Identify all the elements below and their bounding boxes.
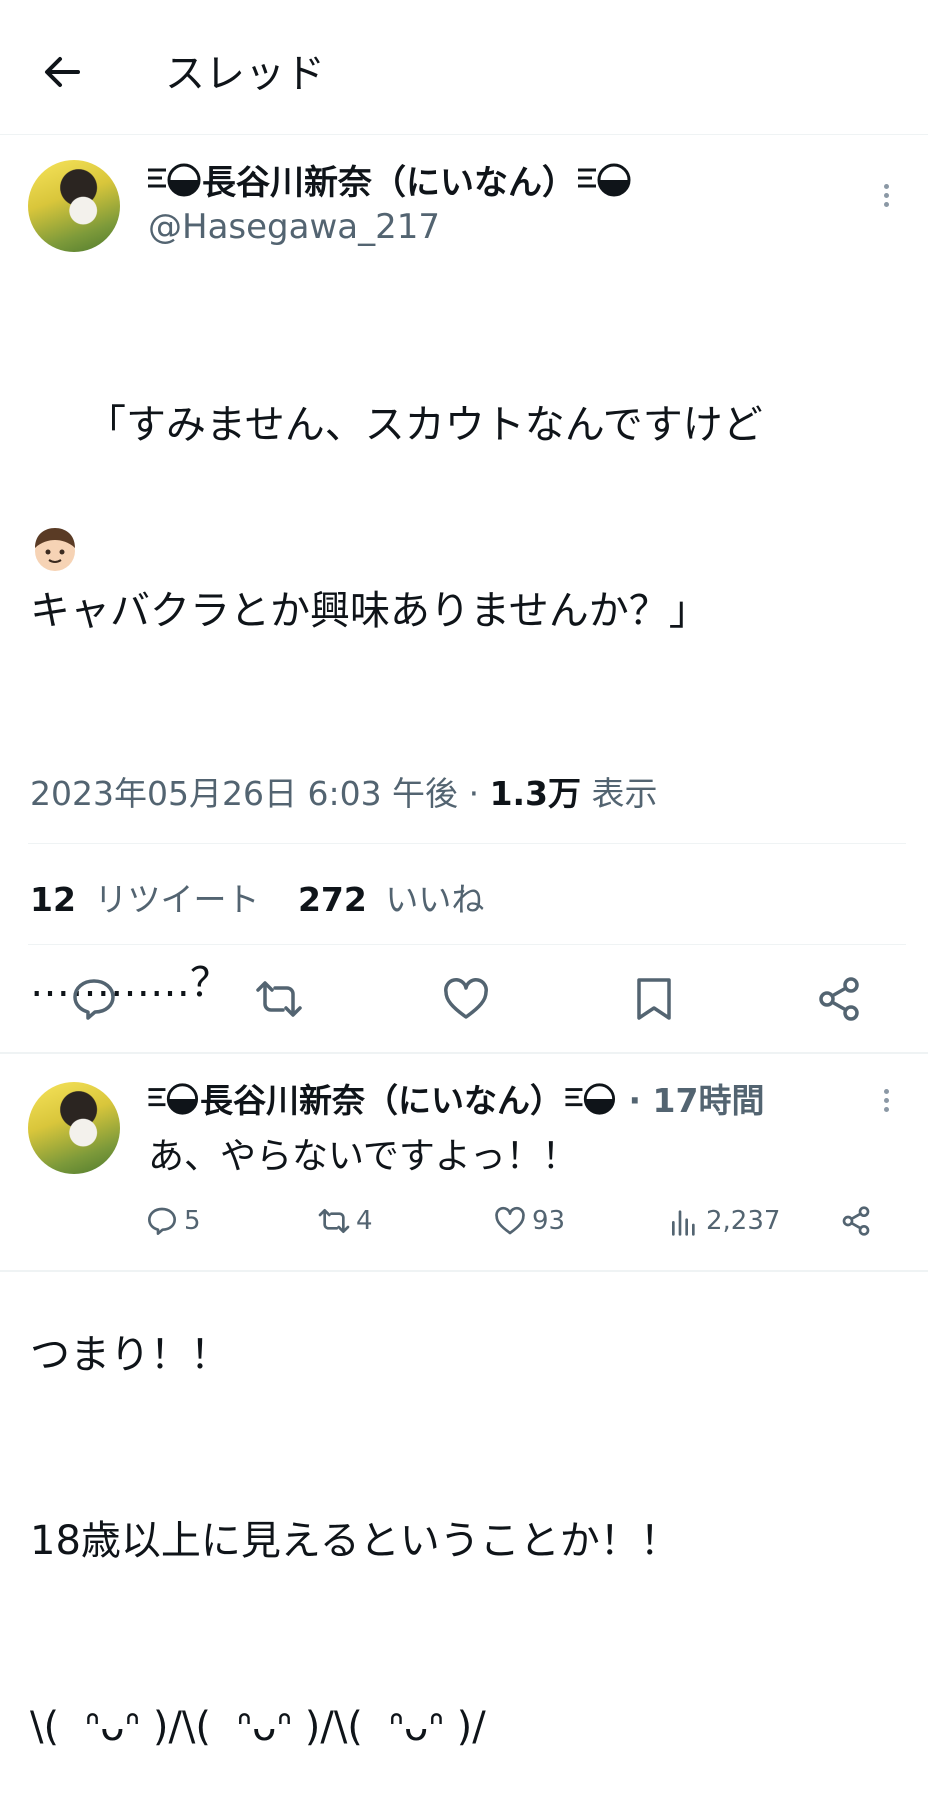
page-title: スレッド (165, 51, 325, 97)
reply-button[interactable]: 5 (146, 1204, 201, 1238)
author-name: 長谷川新奈（にいなん） (202, 163, 576, 203)
avatar[interactable] (28, 160, 120, 252)
tweet-line: キャバクラとか興味ありませんか？」 (30, 588, 709, 634)
share-icon[interactable] (815, 975, 863, 1023)
like-count: 93 (532, 1206, 566, 1236)
like-count[interactable]: 272 (298, 880, 367, 919)
tweet-date[interactable]: 2023年05月26日 6:03 午後 (30, 774, 458, 813)
reply-time[interactable]: 17時間 (653, 1081, 765, 1120)
like-icon[interactable] (442, 975, 490, 1023)
author-name-row[interactable]: 長谷川新奈（にいなん） (146, 162, 632, 208)
views-button[interactable]: 2,237 (668, 1204, 780, 1238)
views-count: 2,237 (706, 1206, 781, 1236)
divider (0, 1052, 928, 1054)
reply-author-row[interactable]: 長谷川新奈（にいなん） · 17時間 (146, 1080, 764, 1126)
reply-text: あ、やらないですよっ！！ (148, 1136, 578, 1177)
like-icon (495, 1206, 525, 1235)
divider (28, 843, 906, 844)
divider (0, 1270, 928, 1272)
retweet-icon (318, 1209, 350, 1233)
separator-dot: · (468, 774, 480, 813)
retweet-label[interactable]: リツイート (94, 880, 259, 919)
author-handle[interactable]: @Hasegawa_217 (148, 206, 440, 248)
views-label: 表示 (591, 774, 658, 813)
reply-count: 5 (184, 1206, 201, 1236)
share-icon (842, 1206, 870, 1236)
back-arrow-icon[interactable] (40, 50, 84, 94)
retweet-count: 4 (356, 1206, 373, 1236)
share-button[interactable] (840, 1204, 872, 1238)
views-icon (672, 1210, 695, 1236)
more-icon[interactable] (880, 180, 892, 216)
divider (28, 944, 906, 945)
badge-icon (146, 1082, 200, 1126)
more-icon[interactable] (880, 1085, 892, 1121)
reply-icon (148, 1207, 176, 1235)
badge-icon (146, 162, 202, 208)
tweet-line: 18歳以上に見えるということか！！ (30, 1518, 680, 1564)
like-label[interactable]: いいね (385, 880, 484, 919)
separator-dot: · (628, 1081, 642, 1120)
tweet-line: 「すみません、スカウトなんですけど (86, 402, 763, 448)
reply-author-name: 長谷川新奈（にいなん） (200, 1081, 563, 1120)
retweet-count[interactable]: 12 (30, 880, 76, 919)
retweet-icon[interactable] (255, 975, 303, 1023)
tweet-stats: 12 リツイート 272 いいね (30, 878, 484, 922)
avatar[interactable] (28, 1082, 120, 1174)
badge-icon (563, 1082, 617, 1126)
retweet-button[interactable]: 4 (318, 1204, 373, 1238)
tweet-text: 「すみません、スカウトなんですけど キャバクラとか興味ありませんか？」 …………… (30, 270, 910, 1820)
bookmark-icon[interactable] (630, 975, 678, 1023)
badge-icon (576, 162, 632, 208)
tweet-line: つまり！！ (30, 1332, 230, 1378)
views-count: 1.3万 (489, 774, 582, 813)
thread-header: スレッド (0, 0, 928, 135)
face-emoji-icon (30, 400, 80, 571)
kaomoji-line: \( ᐢᴗᐢ )/\( ᐢᴗᐢ )/\( ᐢᴗᐢ )/ (30, 1704, 486, 1750)
like-button[interactable]: 93 (494, 1204, 565, 1238)
reply-icon[interactable] (70, 975, 118, 1023)
tweet-meta: 2023年05月26日 6:03 午後 · 1.3万 表示 (30, 772, 658, 816)
